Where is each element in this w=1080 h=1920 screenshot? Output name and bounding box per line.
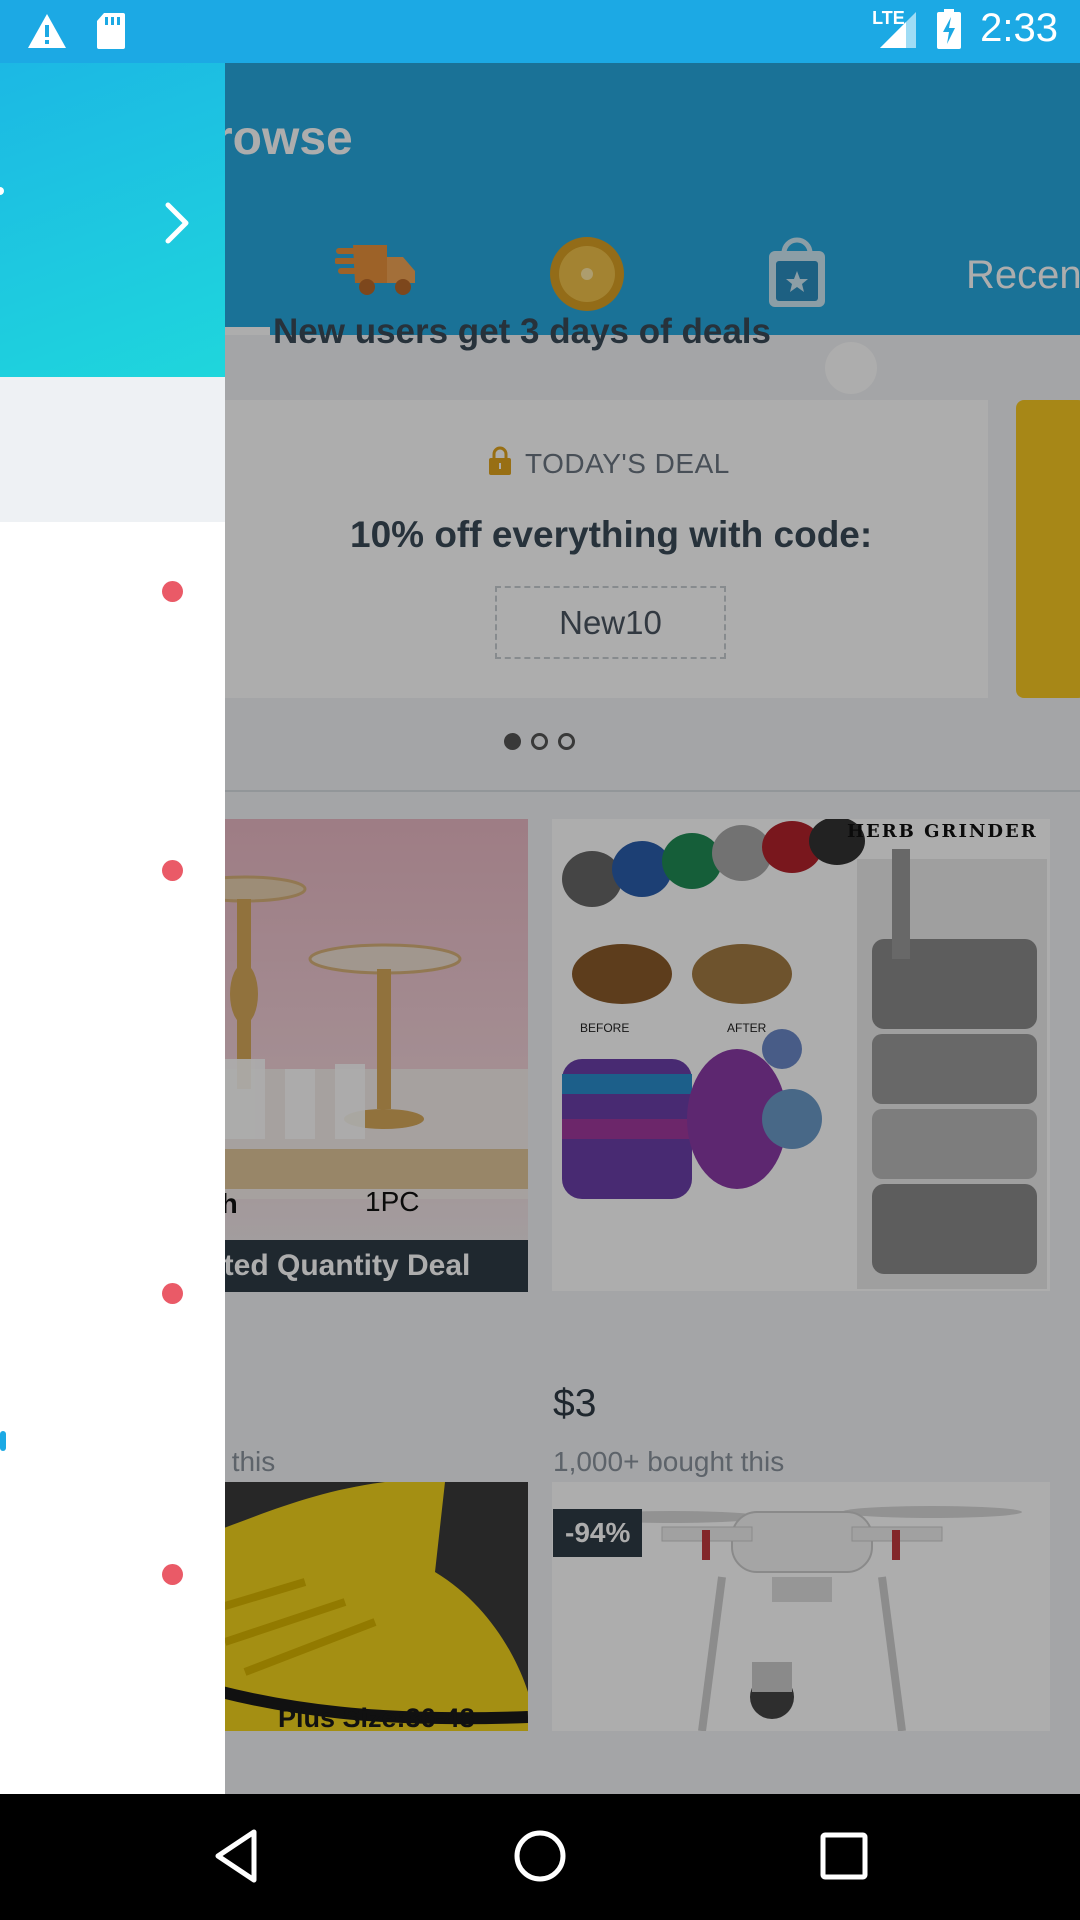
signal-icon: LTE <box>872 8 918 50</box>
avatar-edge <box>0 187 4 195</box>
notification-dot <box>162 1283 183 1304</box>
status-bar: LTE 2:33 <box>0 0 1080 63</box>
drawer-header[interactable] <box>0 63 225 377</box>
clock: 2:33 <box>980 6 1058 50</box>
sd-card-icon <box>97 13 125 49</box>
recents-icon[interactable] <box>818 1826 870 1886</box>
warning-icon <box>28 14 66 48</box>
home-icon[interactable] <box>512 1826 568 1886</box>
notification-dot <box>162 581 183 602</box>
notification-dot <box>162 1564 183 1585</box>
battery-charging-icon <box>937 8 962 49</box>
notification-dot <box>162 860 183 881</box>
network-type: LTE <box>872 7 905 28</box>
back-icon[interactable] <box>210 1826 260 1886</box>
chevron-right-icon[interactable] <box>158 197 198 249</box>
navigation-drawer <box>0 63 225 1794</box>
drawer-item-accent <box>0 1431 6 1451</box>
system-nav-bar <box>0 1794 1080 1920</box>
drawer-profile-strip[interactable] <box>0 377 225 522</box>
